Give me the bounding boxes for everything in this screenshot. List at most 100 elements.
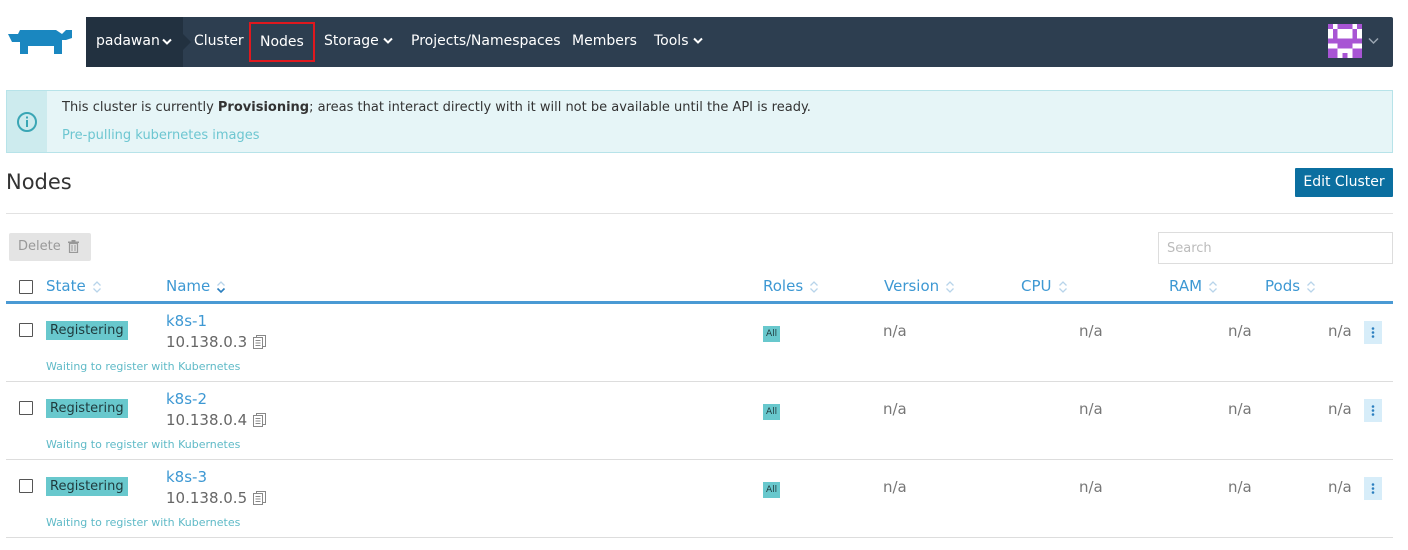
node-pods: n/a: [1328, 478, 1352, 496]
sort-icon: [1307, 280, 1315, 293]
column-header-ram[interactable]: RAM: [1169, 277, 1218, 295]
row-actions-button[interactable]: [1364, 399, 1382, 422]
nav-members[interactable]: Members: [572, 17, 637, 67]
row-actions-button[interactable]: [1364, 477, 1382, 500]
column-label: Pods: [1265, 277, 1301, 295]
delete-button[interactable]: Delete: [9, 233, 91, 261]
role-badge: All: [763, 404, 781, 420]
nav-projects-namespaces[interactable]: Projects/Namespaces: [411, 17, 561, 67]
node-ip-value: 10.138.0.5: [166, 489, 248, 507]
nav-projects-label: Projects/Namespaces: [411, 33, 561, 49]
table-row[interactable]: Registering Waiting to register with Kub…: [6, 304, 1393, 382]
page-title: Nodes: [6, 170, 72, 194]
chevron-down-icon[interactable]: [1368, 37, 1379, 45]
state-badge: Registering: [46, 477, 128, 496]
column-header-version[interactable]: Version: [884, 277, 955, 295]
sort-icon: [1058, 280, 1067, 293]
node-ip-value: 10.138.0.4: [166, 411, 248, 429]
search-input[interactable]: [1158, 232, 1393, 264]
column-label: RAM: [1169, 277, 1203, 295]
chevron-down-icon: [692, 37, 703, 44]
node-pods: n/a: [1328, 322, 1352, 340]
state-badge: Registering: [46, 321, 128, 340]
node-ip: 10.138.0.3: [166, 333, 267, 351]
column-header-pods[interactable]: Pods: [1265, 277, 1316, 295]
node-ram: n/a: [1228, 322, 1252, 340]
node-version: n/a: [883, 478, 907, 496]
divider: [6, 213, 1393, 214]
column-header-cpu[interactable]: CPU: [1021, 277, 1068, 295]
top-nav: padawan Cluster Nodes Storage Projects/N…: [86, 17, 1393, 67]
banner-sub-message: Pre-pulling kubernetes images: [62, 128, 260, 143]
column-header-name[interactable]: Name: [166, 277, 226, 295]
select-all-checkbox[interactable]: [19, 280, 33, 294]
avatar-icon[interactable]: [1328, 24, 1362, 58]
node-name-link[interactable]: k8s-2: [166, 390, 207, 408]
node-ip: 10.138.0.5: [166, 489, 267, 507]
nav-storage-label: Storage: [324, 33, 379, 49]
banner-icon-box: [7, 91, 47, 152]
kebab-menu-icon: [1371, 483, 1375, 494]
node-name-link[interactable]: k8s-1: [166, 312, 207, 330]
sort-icon: [810, 280, 819, 293]
edit-cluster-button[interactable]: Edit Cluster: [1295, 168, 1393, 197]
cluster-name: padawan: [96, 33, 160, 49]
nav-tools[interactable]: Tools: [654, 17, 703, 67]
column-header-roles[interactable]: Roles: [763, 277, 819, 295]
info-icon: [17, 112, 37, 132]
banner-state: Provisioning: [217, 100, 310, 115]
state-detail: Waiting to register with Kubernetes: [46, 360, 241, 373]
kebab-menu-icon: [1371, 405, 1375, 416]
nav-storage[interactable]: Storage: [324, 17, 393, 67]
role-badge: All: [763, 482, 781, 498]
nav-members-label: Members: [572, 33, 637, 49]
nav-cluster[interactable]: Cluster: [194, 17, 244, 67]
selector-arrow: [183, 34, 191, 50]
delete-label: Delete: [18, 239, 61, 254]
nav-tools-label: Tools: [654, 33, 689, 49]
node-cpu: n/a: [1079, 400, 1103, 418]
copy-icon[interactable]: [253, 491, 267, 505]
cluster-selector[interactable]: padawan: [86, 17, 191, 67]
sort-icon: [92, 280, 101, 293]
column-label: Name: [166, 277, 211, 295]
node-ram: n/a: [1228, 400, 1252, 418]
column-label: Version: [884, 277, 940, 295]
node-ip-value: 10.138.0.3: [166, 333, 248, 351]
rancher-logo-icon[interactable]: [6, 26, 76, 58]
banner-message: This cluster is currently Provisioning; …: [62, 100, 811, 115]
nav-nodes[interactable]: Nodes: [249, 22, 315, 62]
column-header-state[interactable]: State: [46, 277, 102, 295]
node-version: n/a: [883, 322, 907, 340]
column-label: CPU: [1021, 277, 1052, 295]
node-name-link[interactable]: k8s-3: [166, 468, 207, 486]
sort-icon: [1209, 280, 1217, 293]
nav-nodes-label: Nodes: [260, 34, 304, 50]
node-cpu: n/a: [1079, 322, 1103, 340]
banner-suffix: ; areas that interact directly with it w…: [309, 100, 811, 115]
column-label: State: [46, 277, 86, 295]
state-detail: Waiting to register with Kubernetes: [46, 438, 241, 451]
table-row[interactable]: Registering Waiting to register with Kub…: [6, 382, 1393, 460]
node-cpu: n/a: [1079, 478, 1103, 496]
nav-cluster-label: Cluster: [194, 33, 244, 49]
chevron-down-icon: [162, 38, 172, 45]
kebab-menu-icon: [1371, 327, 1375, 338]
state-badge: Registering: [46, 399, 128, 418]
node-ram: n/a: [1228, 478, 1252, 496]
row-checkbox[interactable]: [19, 479, 33, 493]
role-badge: All: [763, 326, 781, 342]
copy-icon[interactable]: [253, 335, 267, 349]
sort-icon: [946, 280, 955, 293]
row-checkbox[interactable]: [19, 323, 33, 337]
row-actions-button[interactable]: [1364, 321, 1382, 344]
banner-prefix: This cluster is currently: [62, 100, 218, 115]
copy-icon[interactable]: [253, 413, 267, 427]
chevron-down-icon: [383, 37, 393, 44]
row-checkbox[interactable]: [19, 401, 33, 415]
table-row[interactable]: Registering Waiting to register with Kub…: [6, 460, 1393, 538]
column-label: Roles: [763, 277, 804, 295]
node-pods: n/a: [1328, 400, 1352, 418]
trash-icon: [68, 240, 79, 253]
node-version: n/a: [883, 400, 907, 418]
